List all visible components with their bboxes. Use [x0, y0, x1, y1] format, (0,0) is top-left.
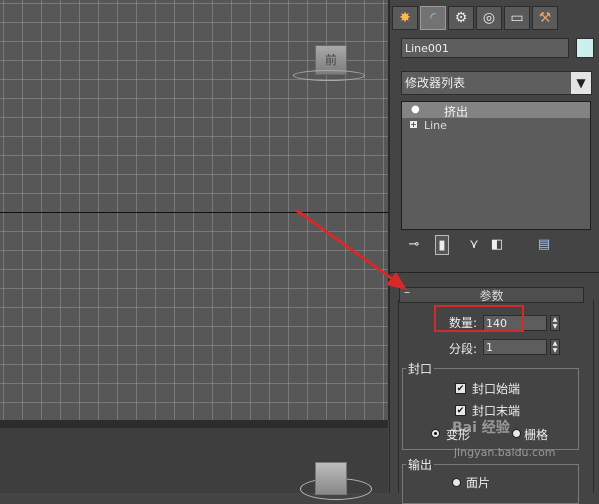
watermark-url: jingyan.baidu.com — [454, 446, 556, 459]
watermark-logo: Bai 经验 — [452, 420, 510, 436]
